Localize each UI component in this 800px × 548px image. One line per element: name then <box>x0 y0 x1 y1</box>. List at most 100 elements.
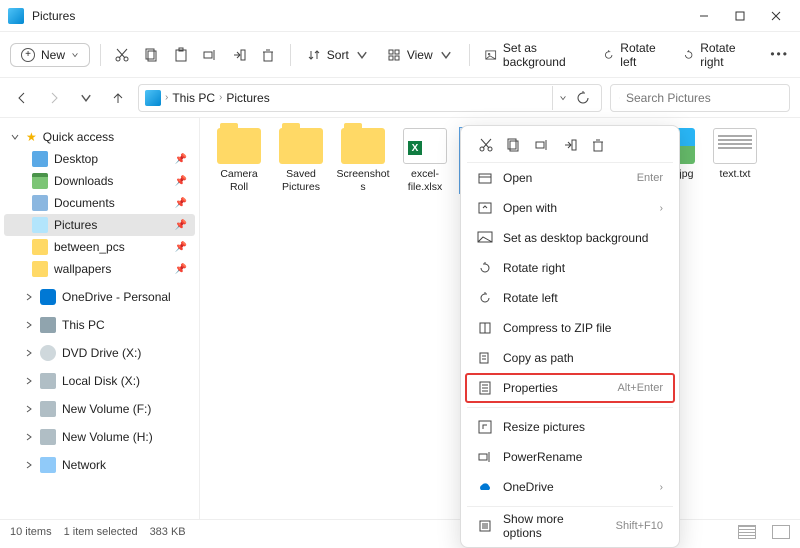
sidebar-label: New Volume (H:) <box>62 430 153 444</box>
ctx-label: Show more options <box>503 512 606 540</box>
ctx-share-button[interactable] <box>561 136 579 154</box>
minimize-button[interactable] <box>688 2 720 30</box>
search-box[interactable] <box>610 84 790 112</box>
paste-button[interactable] <box>169 41 192 69</box>
set-as-background-button[interactable]: Set as background <box>479 37 590 73</box>
view-button[interactable]: View <box>381 44 459 66</box>
network-icon <box>40 457 56 473</box>
ctx-open[interactable]: OpenEnter <box>467 163 673 193</box>
sidebar-item-wallpapers[interactable]: wallpapers 📌 <box>4 258 195 280</box>
sidebar-label: Network <box>62 458 106 472</box>
chevron-right-icon: › <box>660 203 663 214</box>
ctx-label: OneDrive <box>503 480 663 494</box>
chevron-right-icon <box>24 348 34 358</box>
folder-item[interactable]: Screenshots <box>336 128 390 193</box>
refresh-button[interactable] <box>571 86 595 110</box>
sidebar-item-documents[interactable]: Documents📌 <box>4 192 195 214</box>
background-icon <box>477 230 493 246</box>
rotate-right-button[interactable]: Rotate right <box>677 37 757 73</box>
recent-button[interactable] <box>74 86 98 110</box>
plus-icon: + <box>21 48 35 62</box>
folder-item[interactable]: Saved Pictures <box>274 128 328 193</box>
cut-button[interactable] <box>111 41 134 69</box>
ctx-shortcut: Shift+F10 <box>616 520 663 532</box>
separator <box>469 44 470 66</box>
sidebar-label: wallpapers <box>54 262 111 276</box>
more-button[interactable]: ••• <box>767 41 790 69</box>
ctx-rename-button[interactable] <box>533 136 551 154</box>
ctx-delete-button[interactable] <box>589 136 607 154</box>
close-button[interactable] <box>760 2 792 30</box>
pc-icon <box>40 317 56 333</box>
ctx-powerrename[interactable]: PowerRename <box>467 442 673 472</box>
ctx-onedrive[interactable]: OneDrive› <box>467 472 673 502</box>
file-item-text[interactable]: text.txt <box>708 128 762 193</box>
sidebar-item-pictures[interactable]: Pictures📌 <box>4 214 195 236</box>
sidebar-local-disk[interactable]: Local Disk (X:) <box>4 370 195 392</box>
file-item-excel[interactable]: excel-file.xlsx <box>398 128 452 193</box>
breadcrumb-segment[interactable]: This PC <box>172 91 215 105</box>
maximize-button[interactable] <box>724 2 756 30</box>
sidebar-item-downloads[interactable]: Downloads📌 <box>4 170 195 192</box>
chevron-right-icon <box>24 432 34 442</box>
drive-icon <box>40 429 56 445</box>
sidebar-vol-f[interactable]: New Volume (F:) <box>4 398 195 420</box>
excel-icon <box>403 128 447 164</box>
sidebar-vol-h[interactable]: New Volume (H:) <box>4 426 195 448</box>
properties-icon <box>477 380 493 396</box>
sidebar-quick-access[interactable]: ★ Quick access <box>4 126 195 148</box>
ctx-compress-zip[interactable]: Compress to ZIP file <box>467 313 673 343</box>
sidebar-dvd[interactable]: DVD Drive (X:) <box>4 342 195 364</box>
ctx-cut-button[interactable] <box>477 136 495 154</box>
navigation-pane: ★ Quick access Desktop📌 Downloads📌 Docum… <box>0 118 200 519</box>
ctx-rotate-right[interactable]: Rotate right <box>467 253 673 283</box>
drive-icon <box>40 401 56 417</box>
pin-icon: 📌 <box>175 220 187 231</box>
ctx-resize-pictures[interactable]: Resize pictures <box>467 412 673 442</box>
ctx-set-as-desktop-background[interactable]: Set as desktop background <box>467 223 673 253</box>
item-label: excel-file.xlsx <box>398 168 452 193</box>
ctx-copy-button[interactable] <box>505 136 523 154</box>
sidebar-item-desktop[interactable]: Desktop📌 <box>4 148 195 170</box>
rename-button[interactable] <box>198 41 221 69</box>
window-title: Pictures <box>32 9 688 23</box>
share-button[interactable] <box>228 41 251 69</box>
sidebar-network[interactable]: Network <box>4 454 195 476</box>
ctx-label: Open with <box>503 201 663 215</box>
chevron-right-icon: › <box>660 482 663 493</box>
chevron-right-icon <box>24 292 34 302</box>
item-label: Screenshots <box>336 168 390 193</box>
sidebar-item-between-pcs[interactable]: between_pcs📌 <box>4 236 195 258</box>
folder-item[interactable]: Camera Roll <box>212 128 266 193</box>
ctx-label: Resize pictures <box>503 420 663 434</box>
chevron-right-icon <box>24 460 34 470</box>
sidebar-this-pc[interactable]: This PC <box>4 314 195 336</box>
sort-button[interactable]: Sort <box>301 44 375 66</box>
ctx-open-with[interactable]: Open with› <box>467 193 673 223</box>
up-button[interactable] <box>106 86 130 110</box>
search-input[interactable] <box>626 91 781 105</box>
separator <box>100 44 101 66</box>
breadcrumb[interactable]: › This PC › Pictures <box>138 84 602 112</box>
breadcrumb-segment[interactable]: Pictures <box>226 91 269 105</box>
copy-button[interactable] <box>140 41 163 69</box>
separator <box>467 407 673 408</box>
back-button[interactable] <box>10 86 34 110</box>
new-button[interactable]: + New <box>10 43 90 67</box>
rotate-left-button[interactable]: Rotate left <box>597 37 671 73</box>
ctx-copy-as-path[interactable]: Copy as path <box>467 343 673 373</box>
sidebar-onedrive[interactable]: OneDrive - Personal <box>4 286 195 308</box>
sidebar-label: Documents <box>54 196 115 210</box>
ctx-show-more-options[interactable]: Show more options Shift+F10 <box>467 511 673 541</box>
path-icon <box>477 350 493 366</box>
delete-button[interactable] <box>257 41 280 69</box>
ctx-rotate-left[interactable]: Rotate left <box>467 283 673 313</box>
large-icons-view-button[interactable] <box>772 525 790 539</box>
rotate-right-icon <box>683 48 694 62</box>
forward-button[interactable] <box>42 86 66 110</box>
ctx-properties[interactable]: PropertiesAlt+Enter <box>467 373 673 403</box>
chevron-down-icon <box>10 132 20 142</box>
pin-icon: 📌 <box>175 264 187 275</box>
details-view-button[interactable] <box>738 525 756 539</box>
chevron-down-icon[interactable] <box>559 94 567 102</box>
